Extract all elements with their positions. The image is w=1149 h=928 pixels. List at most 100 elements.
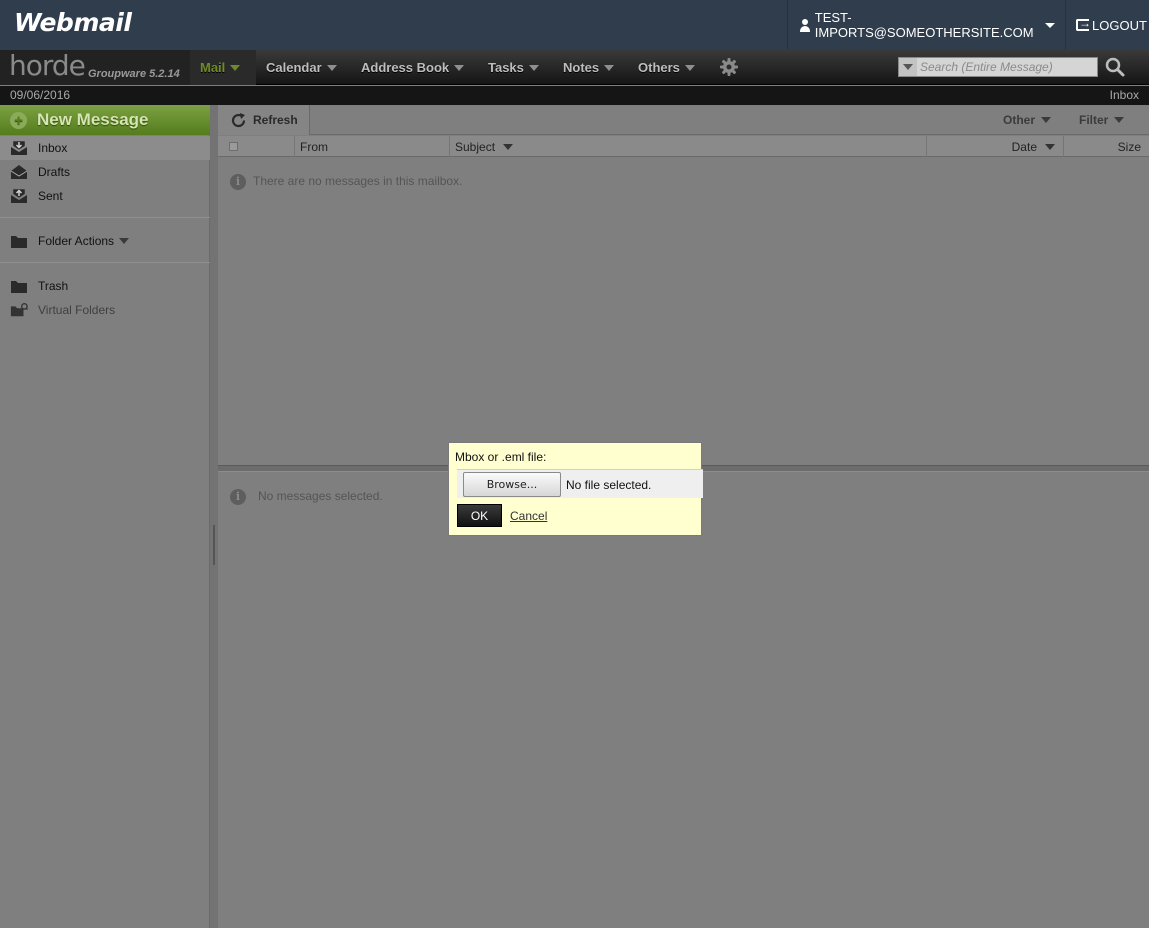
sidebar-item-label: Virtual Folders [38, 303, 116, 317]
chevron-down-icon [604, 64, 615, 71]
sidebar-item-trash[interactable]: Trash [0, 274, 210, 298]
column-subject[interactable]: Subject [450, 136, 927, 157]
current-location: Inbox [1109, 88, 1139, 102]
folder-actions-menu[interactable]: Folder Actions [0, 229, 210, 253]
nav-address-book[interactable]: Address Book [351, 50, 474, 85]
import-dialog: Mbox or .eml file: Browse... No file sel… [448, 442, 703, 536]
chevron-down-icon [119, 238, 130, 244]
nav-notes[interactable]: Notes [553, 50, 624, 85]
nav-calendar[interactable]: Calendar [256, 50, 347, 85]
search-box [898, 57, 1098, 77]
nav-mail[interactable]: Mail [190, 50, 256, 85]
select-column [218, 136, 295, 157]
sidebar: + New Message Inbox Drafts Sent Folder A… [0, 105, 210, 928]
webmail-logo: Webmail [14, 8, 132, 37]
other-label: Other [1003, 113, 1036, 127]
ok-button[interactable]: OK [457, 504, 502, 527]
top-bar: Webmail TEST-IMPORTS@SOMEOTHERSITE.COM L… [0, 0, 1149, 50]
chevron-down-icon [1041, 117, 1052, 123]
virtual-folder-icon [10, 303, 28, 317]
column-date-label: Date [1011, 139, 1037, 154]
app-nav-bar: horde Groupware 5.2.14 Mail Calendar Add… [0, 49, 1149, 85]
column-from-label: From [300, 139, 328, 154]
logout-label: LOGOUT [1092, 17, 1147, 33]
sidebar-divider [0, 262, 210, 263]
column-from[interactable]: From [295, 136, 450, 157]
nav-others[interactable]: Others [628, 50, 705, 85]
folder-icon [11, 281, 27, 293]
chevron-down-icon [684, 64, 695, 71]
import-file-label: Mbox or .eml file: [455, 450, 547, 464]
no-selection-text: No messages selected. [258, 489, 383, 503]
user-icon [799, 18, 811, 32]
horde-logo[interactable]: horde Groupware 5.2.14 [0, 49, 190, 85]
sidebar-resize-handle[interactable] [210, 105, 218, 928]
nav-address-book-label: Address Book [361, 60, 450, 75]
file-status: No file selected. [566, 478, 652, 492]
nav-tasks-label: Tasks [488, 60, 524, 75]
sidebar-item-inbox[interactable]: Inbox [0, 136, 210, 160]
chevron-down-icon [503, 143, 514, 150]
column-size-label: Size [1117, 139, 1141, 154]
horde-brand: horde [9, 49, 86, 82]
sidebar-item-label: Drafts [38, 165, 71, 179]
chevron-down-icon [230, 64, 241, 71]
search-input[interactable] [920, 59, 1092, 75]
horde-version: Groupware 5.2.14 [88, 68, 180, 80]
search-icon[interactable] [1104, 56, 1126, 78]
new-message-button[interactable]: + New Message [0, 105, 210, 135]
nav-calendar-label: Calendar [266, 60, 322, 75]
other-menu[interactable]: Other [1003, 105, 1052, 135]
nav-others-label: Others [638, 60, 680, 75]
drafts-icon [10, 165, 28, 179]
message-list[interactable]: i There are no messages in this mailbox. [218, 157, 1149, 465]
select-all-checkbox[interactable] [229, 142, 238, 151]
chevron-down-icon [528, 64, 539, 71]
refresh-label: Refresh [253, 113, 298, 127]
chevron-down-icon [1045, 23, 1055, 28]
chevron-down-icon [1114, 117, 1125, 123]
sidebar-item-drafts[interactable]: Drafts [0, 160, 210, 184]
mailbox-toolbar: Refresh Other Filter [218, 105, 1149, 135]
sent-icon [11, 188, 27, 203]
sidebar-divider [0, 217, 210, 218]
column-subject-label: Subject [455, 139, 496, 154]
resize-grip [213, 525, 215, 565]
search-options-dropdown[interactable] [899, 58, 917, 76]
refresh-button[interactable]: Refresh [218, 105, 310, 135]
file-input[interactable]: Browse... No file selected. [457, 469, 703, 498]
sidebar-item-label: Trash [38, 279, 69, 293]
cancel-link[interactable]: Cancel [510, 509, 547, 523]
sidebar-item-label: Sent [38, 189, 63, 203]
preview-pane: i No messages selected. [218, 472, 1149, 928]
empty-mailbox-text: There are no messages in this mailbox. [253, 174, 463, 188]
gear-icon[interactable] [719, 57, 739, 77]
sidebar-item-virtual-folders[interactable]: Virtual Folders [0, 298, 210, 322]
info-icon: i [230, 489, 246, 505]
nav-notes-label: Notes [563, 60, 600, 75]
sidebar-item-label: Inbox [38, 141, 68, 155]
plus-icon: + [10, 112, 27, 129]
folder-actions-label: Folder Actions [38, 234, 115, 248]
new-message-label: New Message [37, 110, 149, 129]
logout-button[interactable]: LOGOUT [1076, 0, 1147, 50]
sidebar-item-sent[interactable]: Sent [0, 184, 210, 208]
folder-icon [11, 236, 27, 248]
refresh-icon [231, 113, 246, 128]
message-list-header: From Subject Date Size [218, 136, 1149, 157]
column-size[interactable]: Size [1064, 136, 1149, 157]
info-bar: 09/06/2016 Inbox [0, 86, 1149, 105]
nav-tasks[interactable]: Tasks [478, 50, 549, 85]
column-date[interactable]: Date [927, 136, 1064, 157]
user-menu[interactable]: TEST-IMPORTS@SOMEOTHERSITE.COM [787, 0, 1066, 50]
chevron-down-icon [1045, 143, 1055, 150]
user-email: TEST-IMPORTS@SOMEOTHERSITE.COM [814, 10, 1034, 40]
filter-menu[interactable]: Filter [1079, 105, 1125, 135]
current-date: 09/06/2016 [10, 88, 71, 102]
logout-icon [1076, 16, 1091, 31]
browse-button[interactable]: Browse... [463, 472, 561, 497]
chevron-down-icon [454, 64, 465, 71]
chevron-down-icon [326, 64, 337, 71]
info-icon: i [230, 174, 246, 190]
filter-label: Filter [1079, 113, 1109, 127]
